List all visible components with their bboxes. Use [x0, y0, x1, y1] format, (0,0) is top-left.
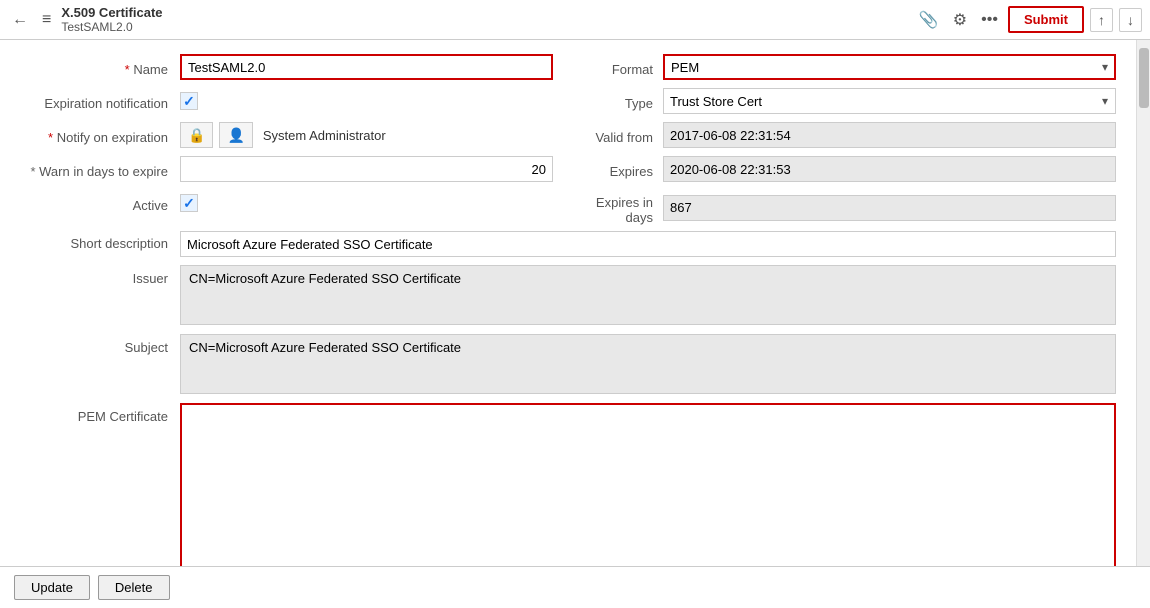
nav-down-button[interactable]: ↓ [1119, 8, 1142, 32]
toolbar-title: X.509 Certificate TestSAML2.0 [61, 5, 162, 34]
notify-expiration-control: 🔒 👤 System Administrator [180, 122, 553, 148]
hamburger-button[interactable]: ≡ [38, 7, 55, 33]
toolbar-title-main: X.509 Certificate [61, 5, 162, 20]
format-select[interactable]: PEM DER [663, 54, 1116, 80]
expiration-notification-checkbox[interactable] [180, 92, 198, 110]
issuer-textarea[interactable] [180, 265, 1116, 325]
update-button[interactable]: Update [14, 575, 90, 600]
toolbar-right: 📎 ⚙ ••• Submit ↑ ↓ [915, 6, 1142, 34]
valid-from-input [663, 122, 1116, 148]
active-checkbox[interactable] [180, 194, 198, 212]
subject-label: Subject [10, 334, 180, 355]
toolbar: ← ≡ X.509 Certificate TestSAML2.0 📎 ⚙ ••… [0, 0, 1150, 40]
expires-in-days-control [663, 195, 1116, 221]
short-desc-row: Short description [10, 231, 1116, 259]
expires-input [663, 156, 1116, 182]
nav-up-button[interactable]: ↑ [1090, 8, 1113, 32]
expiration-notification-control [180, 88, 553, 114]
attachment-button[interactable]: 📎 [915, 6, 943, 34]
valid-from-control [663, 122, 1116, 148]
name-input[interactable] [180, 54, 553, 80]
toolbar-left: ← ≡ X.509 Certificate TestSAML2.0 [8, 5, 915, 34]
bottom-bar: Update Delete [0, 566, 1150, 608]
pem-cert-textarea[interactable] [180, 403, 1116, 566]
settings-icon: ⚙ [953, 10, 967, 30]
active-label: Active [10, 193, 180, 213]
notify-value: System Administrator [259, 128, 386, 143]
subject-textarea[interactable] [180, 334, 1116, 394]
down-icon: ↓ [1127, 12, 1134, 28]
toolbar-title-sub: TestSAML2.0 [61, 20, 162, 34]
form-area: Name Format PEM DER [0, 40, 1136, 566]
submit-button[interactable]: Submit [1008, 6, 1084, 33]
more-button[interactable]: ••• [977, 7, 1002, 33]
name-format-row: Name Format PEM DER [10, 54, 1116, 82]
active-control [180, 190, 553, 216]
notify-row: 🔒 👤 System Administrator [180, 122, 553, 148]
name-control [180, 54, 553, 80]
short-desc-label: Short description [10, 231, 180, 251]
pem-cert-label: PEM Certificate [10, 403, 180, 424]
type-label: Type [573, 91, 663, 111]
short-desc-input[interactable] [180, 231, 1116, 257]
notify-expiration-label: Notify on expiration [10, 125, 180, 145]
main-content: Name Format PEM DER [0, 40, 1150, 566]
scrollbar-track[interactable] [1136, 40, 1150, 566]
issuer-row: Issuer [10, 265, 1116, 328]
issuer-control [180, 265, 1116, 328]
expiration-type-row: Expiration notification Type Trust Store… [10, 88, 1116, 116]
attachment-icon: 📎 [919, 10, 939, 30]
up-icon: ↑ [1098, 12, 1105, 28]
pem-cert-row: PEM Certificate [10, 403, 1116, 566]
subject-row: Subject [10, 334, 1116, 397]
expires-label: Expires [573, 159, 663, 179]
lock-button[interactable]: 🔒 [180, 122, 213, 148]
valid-from-label: Valid from [573, 125, 663, 145]
warn-expires-row: Warn in days to expire Expires [10, 156, 1116, 184]
expires-control [663, 156, 1116, 182]
hamburger-icon: ≡ [42, 11, 51, 29]
active-expiresindays-row: Active Expires in days [10, 190, 1116, 225]
warn-days-input[interactable] [180, 156, 553, 182]
expiration-notification-label: Expiration notification [10, 91, 180, 111]
person-add-icon: 👤 [227, 127, 244, 144]
settings-button[interactable]: ⚙ [949, 6, 971, 34]
back-button[interactable]: ← [8, 7, 32, 33]
back-icon: ← [12, 11, 28, 29]
expiration-notification-checkbox-wrap [180, 88, 553, 114]
type-select[interactable]: Trust Store Cert CA Certificate Server C… [663, 88, 1116, 114]
active-checkbox-wrap [180, 190, 553, 216]
subject-control [180, 334, 1116, 397]
warn-days-control [180, 156, 553, 182]
issuer-label: Issuer [10, 265, 180, 286]
name-label: Name [10, 57, 180, 77]
expires-in-days-label: Expires in days [573, 190, 663, 225]
format-label: Format [573, 57, 663, 77]
short-desc-control [180, 231, 1116, 257]
notify-validfrom-row: Notify on expiration 🔒 👤 System Administ… [10, 122, 1116, 150]
more-icon: ••• [981, 11, 998, 29]
person-add-button[interactable]: 👤 [219, 122, 252, 148]
delete-button[interactable]: Delete [98, 575, 170, 600]
format-control: PEM DER [663, 54, 1116, 80]
scrollbar-thumb[interactable] [1139, 48, 1149, 108]
warn-days-label: Warn in days to expire [10, 159, 180, 179]
lock-icon: 🔒 [188, 127, 205, 144]
expires-in-days-input [663, 195, 1116, 221]
pem-cert-control [180, 403, 1116, 566]
type-control: Trust Store Cert CA Certificate Server C… [663, 88, 1116, 114]
